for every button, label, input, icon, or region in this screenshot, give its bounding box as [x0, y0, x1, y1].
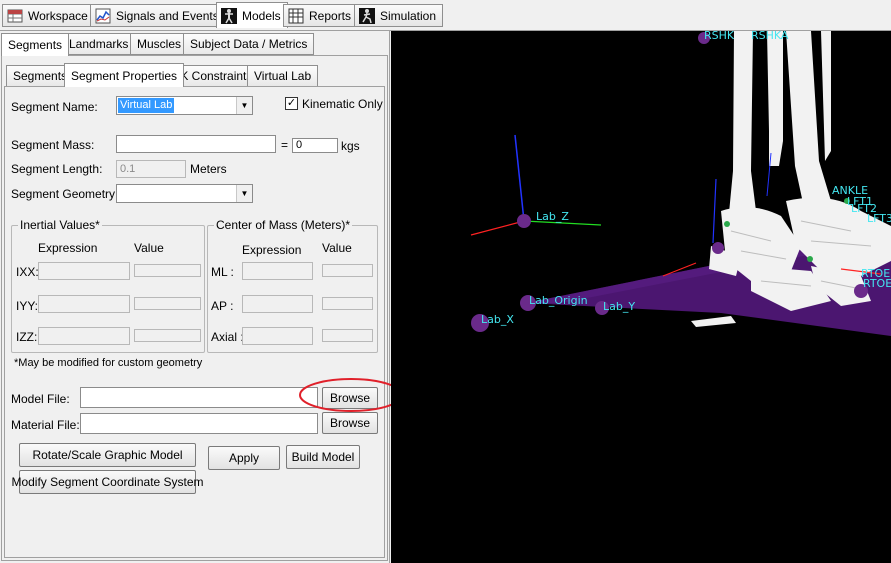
innertab-ik-constraints-label: IK Constraints: [177, 69, 253, 83]
subtab-landmarks-label: Landmarks: [69, 37, 129, 51]
subtab-muscles-label: Muscles: [137, 37, 182, 51]
rshka-label: RSHKA: [751, 31, 789, 42]
inertial-expression-header: Expression: [38, 241, 98, 255]
lab-origin-label: Lab_Origin: [529, 294, 588, 307]
tab-models-label: Models: [242, 8, 281, 23]
ixx-label: IXX:: [16, 265, 39, 279]
tab-workspace[interactable]: Workspace: [2, 4, 95, 27]
lft3-label: LFT3: [867, 212, 891, 225]
custom-geometry-note: *May be modified for custom geometry: [14, 357, 203, 369]
ixx-value: [134, 264, 201, 277]
subtab-landmarks[interactable]: Landmarks: [62, 33, 136, 55]
segment-name-value: Virtual Lab: [118, 98, 175, 113]
length-unit-label: Meters: [190, 162, 227, 176]
model-file-label: Model File:: [11, 392, 70, 406]
material-file-browse-button[interactable]: Browse: [322, 412, 378, 434]
axial-value: [322, 329, 373, 342]
subtab-muscles[interactable]: Muscles: [130, 33, 189, 55]
signals-chart-icon: [95, 8, 111, 24]
tab-signals-label: Signals and Events: [116, 8, 219, 23]
izz-label: IZZ:: [16, 330, 38, 344]
subtab-subject-data-label: Subject Data / Metrics: [190, 37, 308, 51]
highlight-circle: [299, 378, 403, 412]
lab-x-label: Lab_X: [481, 313, 514, 326]
axial-expression-input: [242, 327, 313, 345]
innertab-segment-properties-label: Segment Properties: [71, 68, 178, 83]
segment-length-label: Segment Length:: [11, 162, 103, 176]
lab-z-label: Lab_Z: [536, 210, 569, 223]
material-file-label: Material File:: [11, 418, 80, 432]
iyy-value: [134, 297, 201, 310]
innertab-virtual-lab[interactable]: Virtual Lab: [247, 65, 319, 87]
tab-workspace-label: Workspace: [28, 8, 88, 23]
inertial-value-header: Value: [134, 241, 164, 255]
ap-value: [322, 297, 373, 310]
apply-button[interactable]: Apply: [208, 446, 280, 470]
model-file-input[interactable]: [80, 387, 318, 408]
simulation-figure-icon: [359, 7, 375, 24]
subtab-subject-data[interactable]: Subject Data / Metrics: [183, 33, 315, 55]
rotate-scale-button[interactable]: Rotate/Scale Graphic Model: [19, 443, 196, 467]
segment-geometry-label: Segment Geometry:: [11, 187, 119, 201]
com-expression-header: Expression: [242, 243, 302, 257]
iyy-expression-input: [38, 295, 130, 313]
ml-value: [322, 264, 373, 277]
build-model-button[interactable]: Build Model: [286, 445, 360, 469]
ml-expression-input: [242, 262, 313, 280]
rtoe2-label: RTOE: [863, 277, 891, 290]
tab-reports[interactable]: Reports: [283, 4, 359, 27]
3d-scene: Lab_Z Lab_Origin Lab_Y Lab_X RSHK RSHKA …: [470, 31, 891, 336]
segment-name-combo[interactable]: Virtual Lab ▼: [116, 96, 253, 115]
innertab-segments-label: Segments: [13, 69, 68, 83]
modify-coordinate-system-button[interactable]: Modify Segment Coordinate System: [11, 470, 204, 494]
izz-expression-input: [38, 327, 130, 345]
inertial-values-title: Inertial Values*: [18, 218, 102, 232]
material-file-input[interactable]: [80, 413, 318, 434]
izz-value: [134, 329, 201, 342]
workspace-icon: [7, 8, 23, 24]
tab-models[interactable]: Models: [216, 2, 288, 28]
rshk-label: RSHK: [704, 31, 735, 42]
innertab-virtual-lab-label: Virtual Lab: [254, 69, 312, 83]
kinematic-only-label: Kinematic Only: [302, 97, 383, 111]
mass-unit-label: kgs: [341, 139, 360, 153]
subtab-segments[interactable]: Segments: [1, 33, 70, 56]
kinematic-only-checkbox[interactable]: ✓: [285, 97, 298, 110]
com-value-header: Value: [322, 241, 352, 255]
iyy-label: IYY:: [16, 299, 39, 313]
models-figure-icon: [221, 7, 237, 24]
reports-grid-icon: [288, 8, 304, 24]
blue-axis-line: [712, 178, 717, 244]
model-builder-panel: Segments Landmarks Muscles Subject Data …: [0, 31, 403, 563]
segment-name-label: Segment Name:: [11, 100, 98, 114]
ixx-expression-input: [38, 262, 130, 280]
z-axis-line: [514, 134, 525, 222]
mass-equals-sign: =: [281, 138, 289, 152]
chevron-down-icon[interactable]: ▼: [236, 97, 252, 114]
x-axis-line: [470, 220, 525, 236]
ml-label: ML :: [211, 265, 234, 279]
segment-length-input: 0.1: [116, 160, 186, 178]
innertab-segment-properties[interactable]: Segment Properties: [64, 63, 185, 87]
main-tab-bar: Workspace Signals and Events Models Repo…: [0, 0, 891, 31]
tab-simulation-label: Simulation: [380, 8, 437, 23]
lab-y-label: Lab_Y: [603, 300, 635, 313]
3d-viewport[interactable]: Lab_Z Lab_Origin Lab_Y Lab_X RSHK RSHKA …: [391, 31, 891, 563]
tab-simulation[interactable]: Simulation: [354, 4, 444, 27]
ap-label: AP :: [211, 299, 234, 313]
segment-mass-label: Segment Mass:: [11, 138, 95, 152]
center-of-mass-title: Center of Mass (Meters)*: [214, 218, 353, 232]
tab-signals-events[interactable]: Signals and Events: [90, 4, 226, 27]
axial-label: Axial :: [211, 330, 244, 344]
segment-mass-input[interactable]: [116, 135, 276, 153]
tab-reports-label: Reports: [309, 8, 352, 23]
mass-kgs-value: 0: [292, 138, 338, 153]
chevron-down-icon[interactable]: ▼: [236, 185, 252, 202]
subtab-segments-label: Segments: [8, 38, 63, 52]
leg-bones: [729, 31, 831, 213]
segment-geometry-combo[interactable]: ▼: [116, 184, 253, 203]
ap-expression-input: [242, 295, 313, 313]
